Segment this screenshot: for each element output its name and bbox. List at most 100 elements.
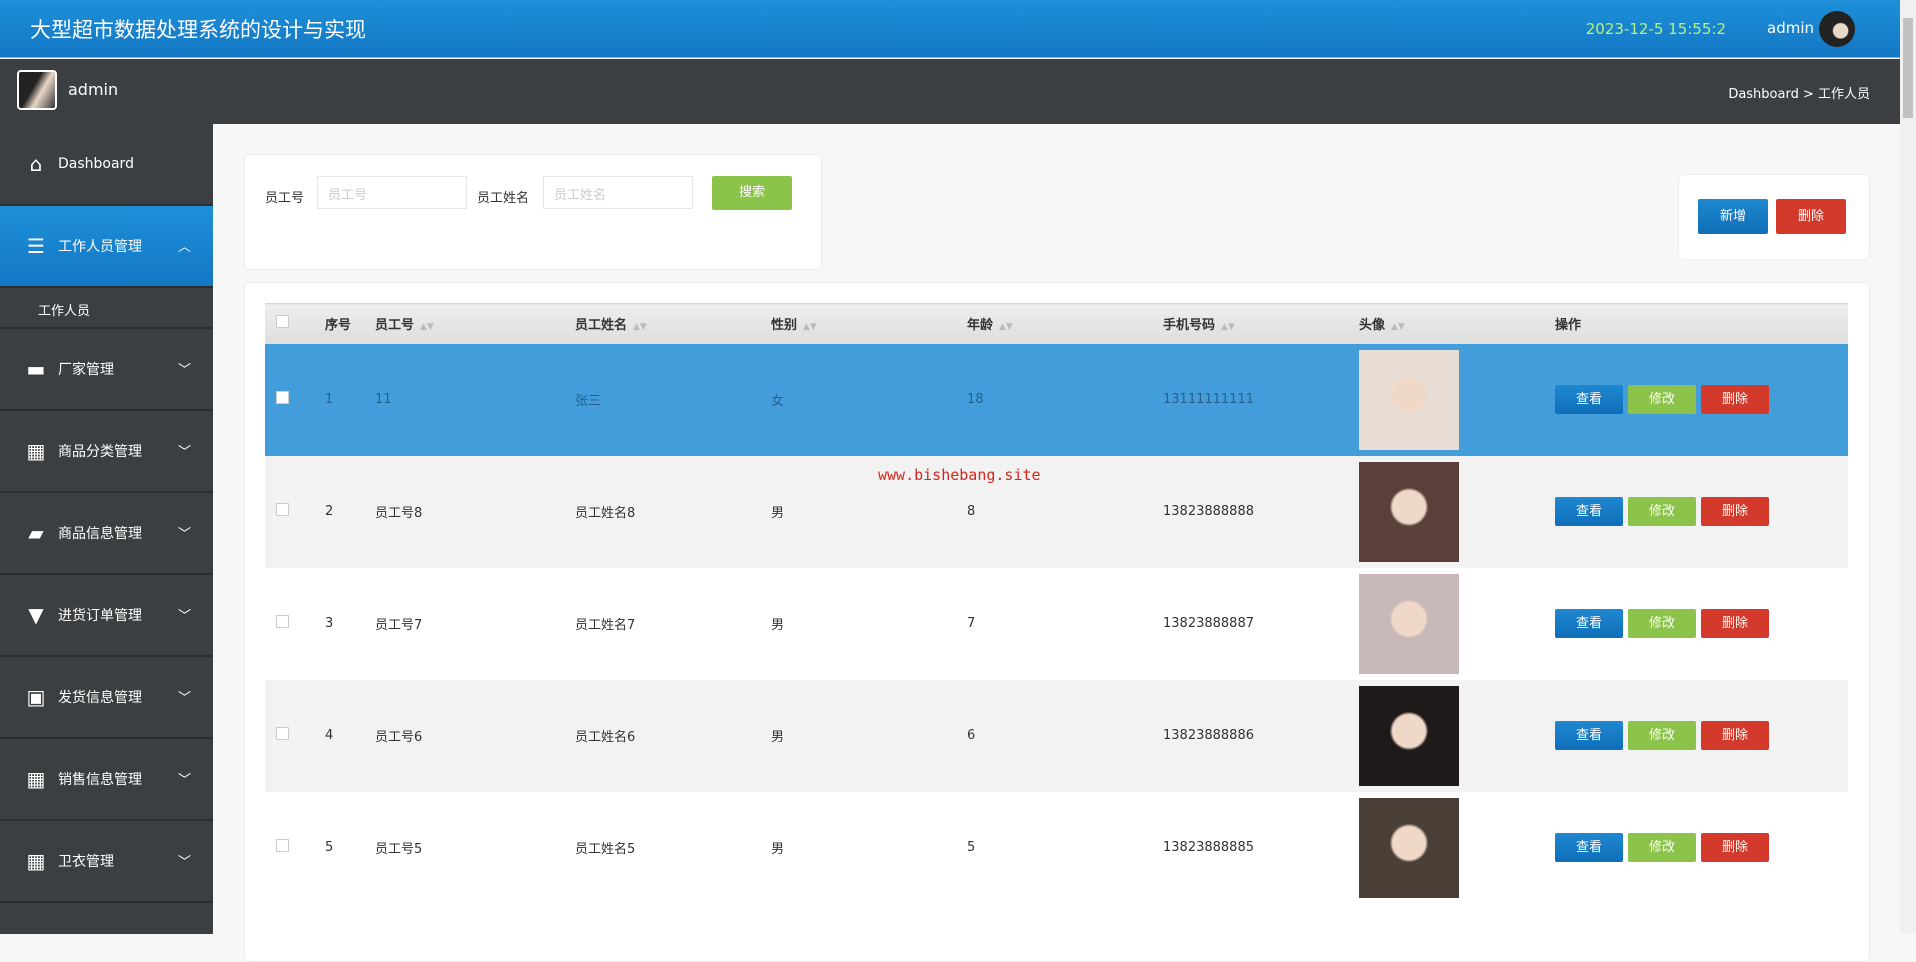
cell-sex: 男 <box>771 791 967 904</box>
column-header[interactable]: 头像 ▲▼ <box>1359 303 1555 344</box>
app-title: 大型超市数据处理系统的设计与实现 <box>30 18 366 42</box>
scrollbar-thumb[interactable] <box>1903 18 1913 118</box>
column-header[interactable]: 手机号码 ▲▼ <box>1163 303 1359 344</box>
edit-button[interactable]: 修改 <box>1628 497 1696 526</box>
cell-sex: 女 <box>771 343 967 456</box>
cell-photo <box>1359 455 1555 568</box>
grid-icon: ▦ <box>26 767 46 791</box>
cell-no: 员工号5 <box>375 791 575 904</box>
table-row[interactable]: 4 员工号6 员工姓名6 男 6 13823888886 查看 修改 删除 <box>265 679 1848 792</box>
sidebar-item-0[interactable]: ⌂ Dashboard <box>0 124 213 206</box>
sort-icon[interactable]: ▲▼ <box>420 322 434 332</box>
emp-no-label: 员工号 <box>265 191 305 206</box>
row-delete-button[interactable]: 删除 <box>1701 721 1769 750</box>
row-delete-button[interactable]: 删除 <box>1701 497 1769 526</box>
sidebar-item-5[interactable]: ▼ 进货订单管理 ﹀ <box>0 575 213 657</box>
edit-button[interactable]: 修改 <box>1628 833 1696 862</box>
sidebar-item-7[interactable]: ▦ 销售信息管理 ﹀ <box>0 739 213 821</box>
grid-icon: ▦ <box>26 439 46 463</box>
table-row[interactable]: 3 员工号7 员工姓名7 男 7 13823888887 查看 修改 删除 <box>265 567 1848 680</box>
column-header-label: 头像 <box>1359 318 1386 334</box>
cell-phone: 13823888887 <box>1163 567 1359 680</box>
sidebar-item-8[interactable]: ▦ 卫衣管理 ﹀ <box>0 821 213 903</box>
sliders-icon: ☰ <box>27 234 45 258</box>
cell-idx: 2 <box>325 455 375 568</box>
view-button[interactable]: 查看 <box>1555 609 1623 638</box>
grid-icon: ▦ <box>26 849 46 873</box>
row-delete-button[interactable]: 删除 <box>1701 609 1769 638</box>
row-select-cell <box>265 455 325 568</box>
sidebar-subitem[interactable]: 工作人员 <box>0 288 213 329</box>
search-button[interactable]: 搜索 <box>712 176 792 210</box>
scrollbar[interactable] <box>1900 0 1916 934</box>
column-header[interactable]: 年龄 ▲▼ <box>967 303 1163 344</box>
chevron-down-icon: ﹀ <box>177 691 191 706</box>
edit-button[interactable]: 修改 <box>1628 385 1696 414</box>
sort-icon[interactable]: ▲▼ <box>633 322 647 332</box>
sidebar-item-4[interactable]: ▰ 商品信息管理 ﹀ <box>0 493 213 575</box>
row-delete-button[interactable]: 删除 <box>1701 833 1769 862</box>
column-header[interactable]: 员工姓名 ▲▼ <box>575 303 771 344</box>
cell-no: 员工号7 <box>375 567 575 680</box>
sort-icon[interactable]: ▲▼ <box>803 322 817 332</box>
cell-phone: 13823888885 <box>1163 791 1359 904</box>
view-button[interactable]: 查看 <box>1555 385 1623 414</box>
sidebar-item-2[interactable]: ▬ 厂家管理 ﹀ <box>0 329 213 411</box>
sort-icon[interactable]: ▲▼ <box>1221 322 1235 332</box>
cell-sex: 男 <box>771 567 967 680</box>
cell-no: 员工号6 <box>375 679 575 792</box>
sidebar-item-label: 进货订单管理 <box>58 608 142 624</box>
cell-photo <box>1359 343 1555 456</box>
cell-photo <box>1359 567 1555 680</box>
chevron-up-icon: ︿ <box>177 240 191 255</box>
cell-no: 11 <box>375 343 575 456</box>
column-header: 序号 <box>325 303 375 344</box>
emp-no-input[interactable]: 员工号 <box>317 176 467 209</box>
column-header[interactable]: 员工号 ▲▼ <box>375 303 575 344</box>
delete-button[interactable]: 删除 <box>1776 199 1846 234</box>
cell-name: 张三 <box>575 343 771 456</box>
select-all-checkbox[interactable] <box>276 315 289 329</box>
row-checkbox[interactable] <box>276 839 289 852</box>
top-header: 大型超市数据处理系统的设计与实现 2023-12-5 15:55:2 admin <box>0 0 1900 58</box>
view-button[interactable]: 查看 <box>1555 497 1623 526</box>
row-checkbox[interactable] <box>276 503 289 516</box>
cell-name: 员工姓名8 <box>575 455 771 568</box>
table-row[interactable]: 5 员工号5 员工姓名5 男 5 13823888885 查看 修改 删除 <box>265 791 1848 904</box>
edit-button[interactable]: 修改 <box>1628 609 1696 638</box>
sidebar-item-6[interactable]: ▣ 发货信息管理 ﹀ <box>0 657 213 739</box>
column-header[interactable]: 性别 ▲▼ <box>771 303 967 344</box>
edit-button[interactable]: 修改 <box>1628 721 1696 750</box>
sort-icon[interactable]: ▲▼ <box>1391 322 1405 332</box>
row-checkbox[interactable] <box>276 391 289 404</box>
avatar[interactable] <box>1819 11 1855 47</box>
cell-name: 员工姓名6 <box>575 679 771 792</box>
cell-phone: 13111111111 <box>1163 343 1359 456</box>
avatar-photo <box>1359 461 1459 562</box>
emp-name-input[interactable]: 员工姓名 <box>543 176 693 209</box>
avatar-photo <box>1359 685 1459 786</box>
sort-icon[interactable]: ▲▼ <box>999 322 1013 332</box>
breadcrumb: Dashboard > 工作人员 <box>1728 87 1870 102</box>
row-checkbox[interactable] <box>276 615 289 628</box>
view-button[interactable]: 查看 <box>1555 833 1623 862</box>
sidebar: ⌂ Dashboard ☰ 工作人员管理 ︿ 工作人员 ▬ 厂家管理 ﹀ ▦ 商品分类管理 ﹀ ▰ 商品信… <box>0 124 213 934</box>
view-button[interactable]: 查看 <box>1555 721 1623 750</box>
row-checkbox[interactable] <box>276 727 289 740</box>
header-username[interactable]: admin <box>1767 19 1814 37</box>
table-row[interactable]: 2 员工号8 员工姓名8 男 8 13823888888 查看 修改 删除 <box>265 455 1848 568</box>
chevron-down-icon: ﹀ <box>177 527 191 542</box>
datetime: 2023-12-5 15:55:2 <box>1585 20 1726 38</box>
sidebar-item-label: 厂家管理 <box>58 362 114 378</box>
sidebar-item-label: 销售信息管理 <box>58 772 142 788</box>
row-delete-button[interactable]: 删除 <box>1701 385 1769 414</box>
sidebar-item-3[interactable]: ▦ 商品分类管理 ﹀ <box>0 411 213 493</box>
table-row[interactable]: 1 11 张三女 18 13111111111 查看 修改 删除 <box>265 343 1848 456</box>
sidebar-item-1[interactable]: ☰ 工作人员管理 ︿ <box>0 206 213 288</box>
chevron-down-icon: ﹀ <box>177 363 191 378</box>
staff-table: 序号 员工号 ▲▼ 员工姓名 ▲▼ 性别 ▲▼ 年龄 ▲▼ 手机号码 ▲▼ 头像 ▲▼ 操作 1 11 张三女… <box>265 303 1848 904</box>
column-header-label: 年龄 <box>967 318 994 334</box>
sidebar-item-label: Dashboard <box>58 156 134 172</box>
avatar-photo <box>1359 573 1459 674</box>
add-button[interactable]: 新增 <box>1698 199 1768 234</box>
